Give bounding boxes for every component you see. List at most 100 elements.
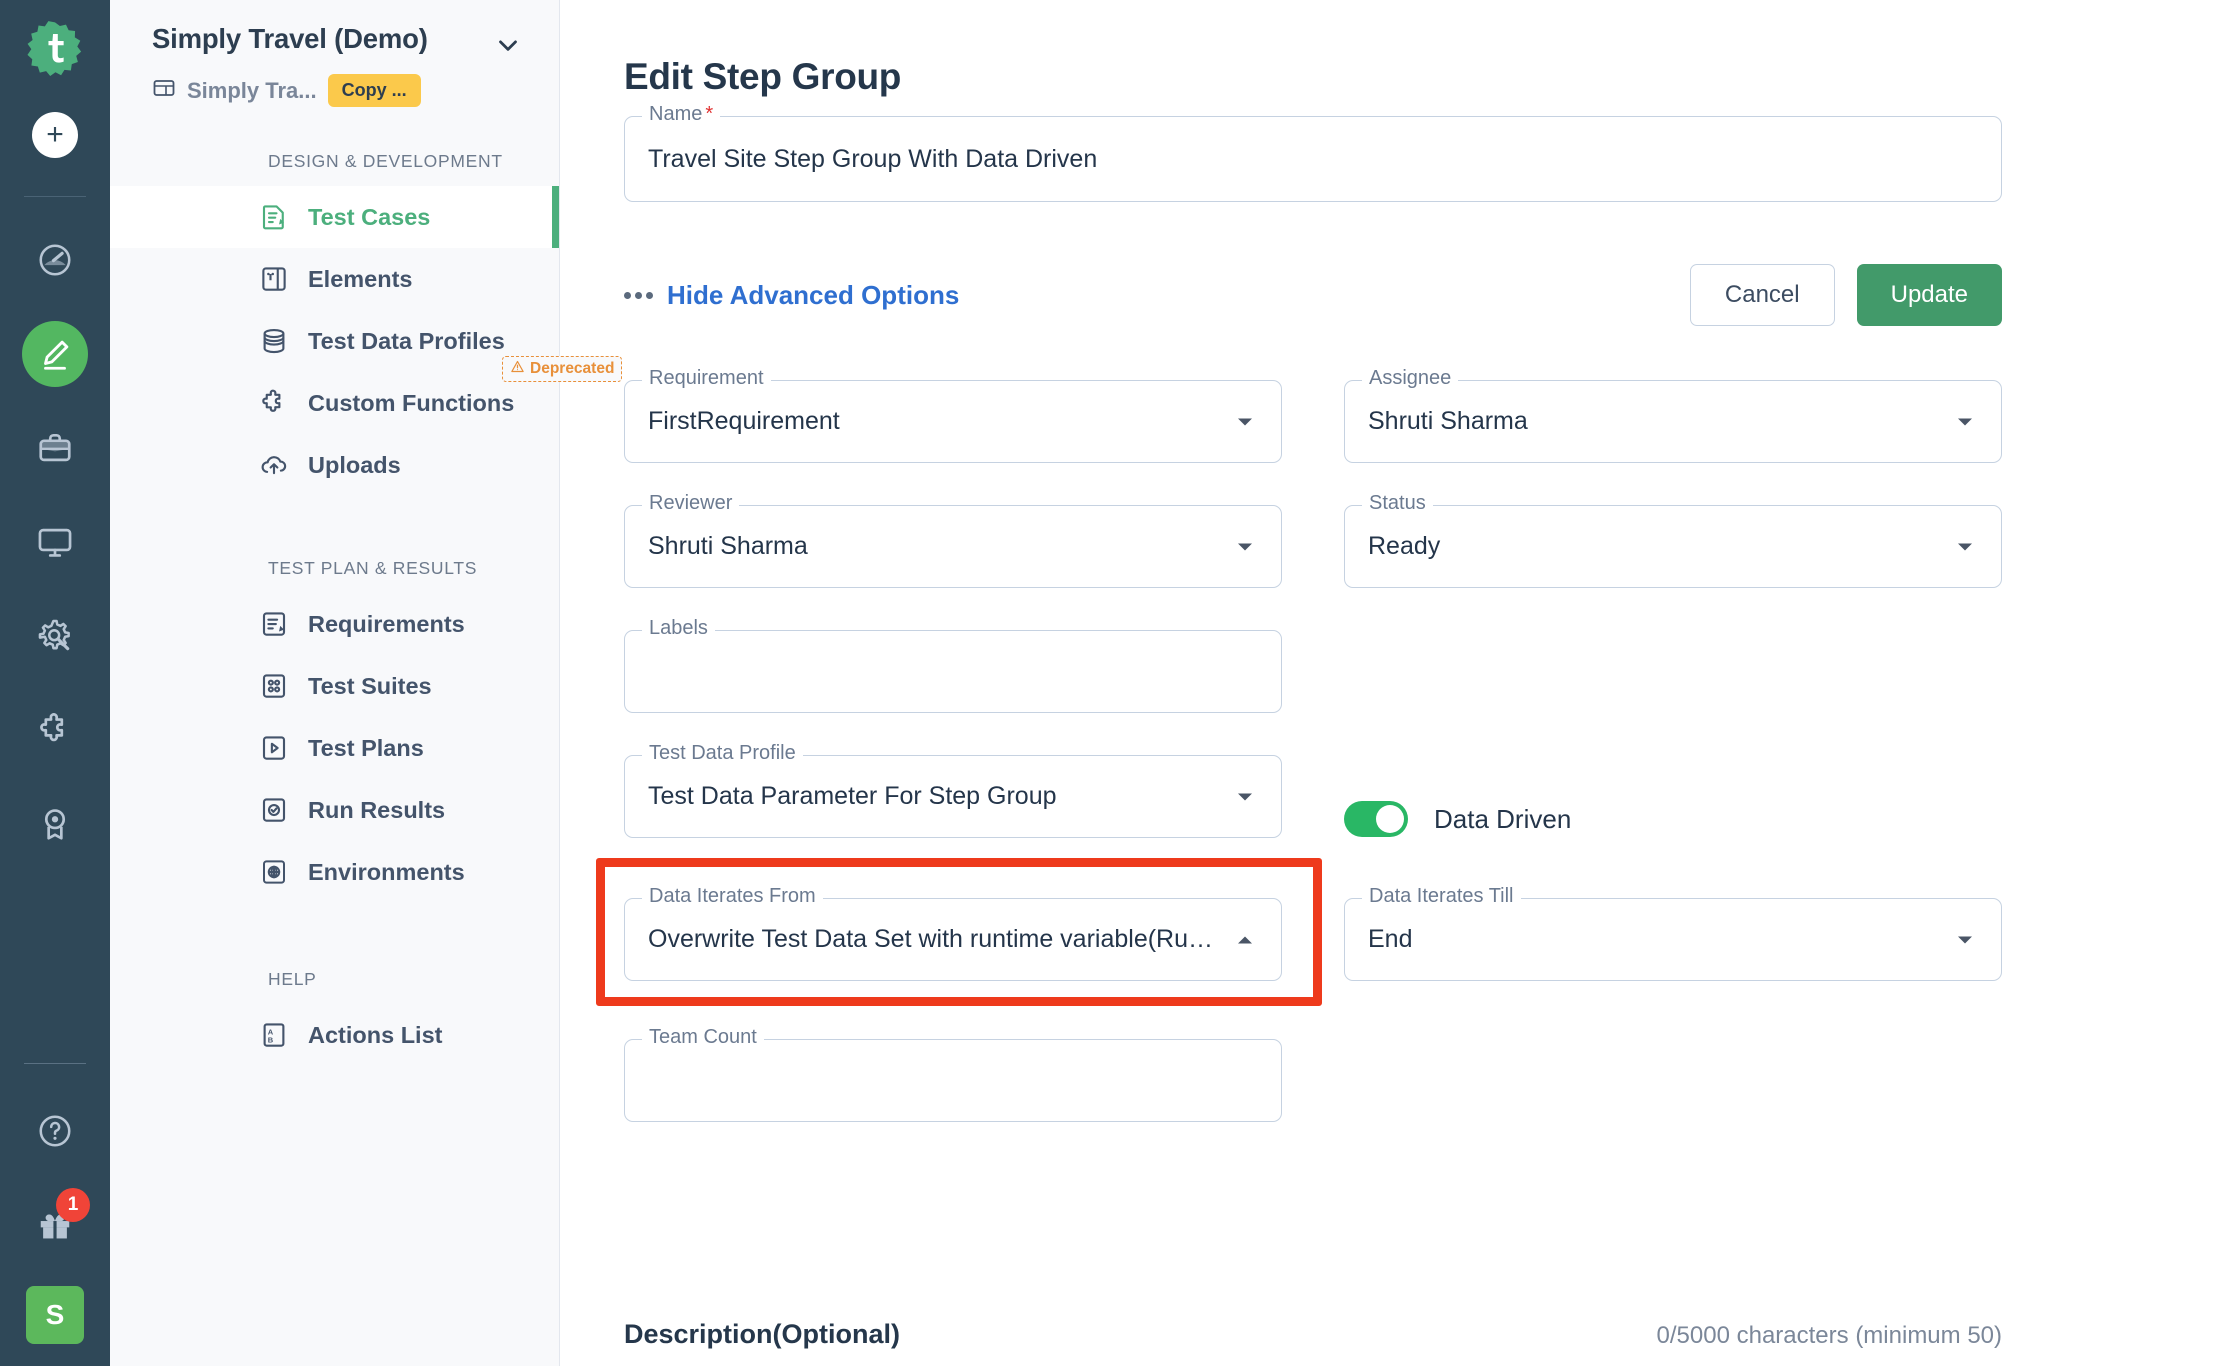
description-row: Description(Optional) 0/5000 characters …: [624, 1319, 2002, 1350]
requirement-field[interactable]: Requirement FirstRequirement: [624, 367, 1282, 463]
chevron-down-icon[interactable]: [1235, 412, 1255, 432]
chevron-down-icon[interactable]: [1955, 412, 1975, 432]
data-driven-label: Data Driven: [1434, 803, 1572, 834]
pencil-icon[interactable]: [22, 321, 88, 387]
test-case-icon: [258, 201, 290, 233]
field-label: Team Count: [642, 1026, 764, 1049]
data-driven-toggle[interactable]: [1344, 801, 1408, 837]
sidebar-item-label: Test Data Profiles: [308, 327, 505, 354]
data-iterates-from-field[interactable]: Data Iterates From Overwrite Test Data S…: [624, 885, 1282, 981]
advanced-options-row: Hide Advanced Options Cancel Update: [624, 264, 2002, 326]
chevron-down-icon[interactable]: [1235, 537, 1255, 557]
copy-pill-badge[interactable]: Copy ...: [327, 74, 421, 107]
database-icon: [258, 325, 290, 357]
labels-field[interactable]: Labels: [624, 617, 1282, 713]
team-count-field[interactable]: Team Count: [624, 1026, 1282, 1122]
project-sidebar: Simply Travel (Demo) Simply Tra... Copy …: [110, 0, 623, 1366]
rail-divider-top: [24, 196, 86, 197]
chevron-down-icon[interactable]: [1955, 930, 1975, 950]
rail-divider: [24, 1063, 86, 1064]
sidebar-item-label: Test Plans: [308, 734, 424, 761]
app-root: + 1 S Simply Travel (Demo) Simply Tra...…: [0, 0, 2226, 1366]
upload-cloud-icon: [258, 449, 290, 481]
application-icon: [152, 76, 176, 105]
sidebar-item-requirements[interactable]: Requirements: [110, 593, 559, 655]
field-label: Name *: [642, 103, 721, 126]
globe-square-icon: [258, 856, 290, 888]
sidebar-item-uploads[interactable]: Uploads: [110, 434, 559, 496]
sidebar-item-elements[interactable]: Elements: [110, 248, 559, 310]
reviewer-value: Shruti Sharma: [648, 532, 808, 560]
field-label: Data Iterates Till: [1362, 885, 1521, 908]
sidebar-item-label: Test Cases: [308, 203, 431, 230]
speedometer-icon[interactable]: [22, 227, 88, 293]
run-results-icon: [258, 794, 290, 826]
gift-icon[interactable]: 1: [22, 1188, 90, 1258]
gift-notification-badge: 1: [56, 1188, 90, 1222]
gear-wrench-icon[interactable]: [22, 603, 88, 669]
field-label: Reviewer: [642, 492, 740, 515]
sidebar-item-run-results[interactable]: Run Results: [110, 779, 559, 841]
reviewer-field[interactable]: Reviewer Shruti Sharma: [624, 492, 1282, 588]
svg-text:B: B: [268, 1036, 274, 1045]
update-button[interactable]: Update: [1856, 264, 2002, 326]
award-badge-icon[interactable]: [22, 791, 88, 857]
nav-section-help: HELP: [268, 969, 317, 989]
chevron-up-icon[interactable]: [1235, 930, 1255, 950]
form-grid: Requirement FirstRequirement Assignee Sh…: [596, 362, 2002, 1122]
test-data-profile-field[interactable]: Test Data Profile Test Data Parameter Fo…: [624, 742, 1282, 838]
play-square-icon: [258, 732, 290, 764]
chevron-down-icon[interactable]: [493, 30, 523, 65]
elements-icon: [258, 263, 290, 295]
field-label: Status: [1362, 492, 1433, 515]
puzzle-icon[interactable]: [22, 697, 88, 763]
sidebar-item-test-cases[interactable]: Test Cases: [110, 186, 559, 248]
field-label: Assignee: [1362, 367, 1459, 390]
sidebar-item-actions-list[interactable]: A B Actions List: [110, 1004, 559, 1066]
assignee-field[interactable]: Assignee Shruti Sharma: [1344, 367, 2002, 463]
sidebar-item-label: Actions List: [308, 1021, 443, 1048]
sidebar-item-label: Elements: [308, 265, 413, 292]
sidebar-item-label: Run Results: [308, 796, 446, 823]
sidebar-item-custom-functions[interactable]: Custom Functions Deprecated: [110, 356, 623, 434]
nav-section-test-plan-results: TEST PLAN & RESULTS: [268, 558, 478, 578]
field-label: Labels: [642, 617, 715, 640]
sidebar-item-test-plans[interactable]: Test Plans: [110, 717, 559, 779]
assignee-value: Shruti Sharma: [1368, 407, 1528, 435]
main-content: Edit Step Group Name * Travel Site Step G…: [560, 0, 2226, 1366]
three-dots-icon: [624, 291, 653, 299]
warning-triangle-icon: [510, 359, 525, 379]
nav-section-design-development: DESIGN & DEVELOPMENT: [268, 151, 503, 171]
monitor-icon[interactable]: [22, 509, 88, 575]
sidebar-item-test-suites[interactable]: Test Suites: [110, 655, 559, 717]
testsigma-logo-icon[interactable]: [25, 18, 85, 78]
data-iterates-till-value: End: [1368, 925, 1413, 953]
hide-advanced-options-link[interactable]: Hide Advanced Options: [667, 280, 959, 311]
briefcase-icon[interactable]: [22, 415, 88, 481]
name-input-value[interactable]: Travel Site Step Group With Data Driven: [648, 145, 1975, 174]
chevron-down-icon[interactable]: [1955, 537, 1975, 557]
data-iterates-till-field[interactable]: Data Iterates Till End: [1344, 885, 2002, 981]
status-field[interactable]: Status Ready: [1344, 492, 2002, 588]
description-title: Description(Optional): [624, 1319, 900, 1349]
sidebar-item-label: Custom Functions: [308, 389, 515, 416]
test-data-profile-value: Test Data Parameter For Step Group: [648, 782, 1057, 810]
field-label: Test Data Profile: [642, 742, 803, 765]
cancel-button[interactable]: Cancel: [1689, 264, 1835, 326]
puzzle-icon: [258, 387, 290, 419]
requirement-value: FirstRequirement: [648, 407, 840, 435]
sidebar-item-test-data-profiles[interactable]: Test Data Profiles: [110, 310, 559, 372]
sidebar-item-environments[interactable]: Environments: [110, 841, 559, 903]
sidebar-item-label: Environments: [308, 858, 465, 885]
name-field[interactable]: Name * Travel Site Step Group With Data D…: [624, 103, 2002, 202]
sidebar-item-label: Uploads: [308, 451, 401, 478]
question-circle-icon[interactable]: [22, 1098, 88, 1164]
icon-rail: + 1 S: [0, 0, 110, 1366]
chevron-down-icon[interactable]: [1235, 787, 1255, 807]
add-new-button[interactable]: +: [32, 112, 78, 158]
avatar[interactable]: S: [26, 1286, 84, 1344]
sidebar-item-label: Test Suites: [308, 672, 432, 699]
page-title: Edit Step Group: [624, 56, 902, 97]
description-character-counter: 0/5000 characters (minimum 50): [1656, 1322, 2002, 1349]
project-title: Simply Travel (Demo): [152, 23, 428, 54]
